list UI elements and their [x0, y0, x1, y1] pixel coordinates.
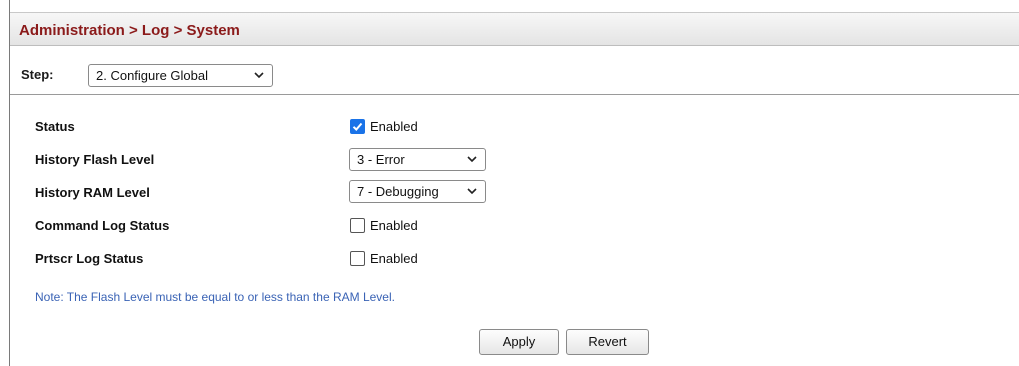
prtscr-log-status-checkbox[interactable]: [350, 251, 365, 266]
panel-frame: Administration > Log > System Step: 2. C…: [9, 0, 1019, 366]
history-flash-level-select[interactable]: 3 - Error: [349, 148, 486, 171]
step-select[interactable]: 2. Configure Global: [88, 64, 273, 87]
command-log-status-checkbox[interactable]: [350, 218, 365, 233]
chevron-down-icon: [467, 188, 477, 195]
chevron-down-icon: [254, 72, 264, 79]
history-ram-level-select[interactable]: 7 - Debugging: [349, 180, 486, 203]
history-flash-level-value: 3 - Error: [357, 152, 405, 167]
status-label: Status: [35, 119, 75, 134]
chevron-down-icon: [467, 156, 477, 163]
title-bar: Administration > Log > System: [10, 12, 1019, 46]
history-flash-level-label: History Flash Level: [35, 152, 155, 167]
level-note: Note: The Flash Level must be equal to o…: [35, 290, 395, 304]
history-ram-level-label: History RAM Level: [35, 185, 150, 200]
page-title: Administration > Log > System: [19, 22, 240, 39]
step-bar: Step: 2. Configure Global: [10, 55, 1019, 95]
step-select-value: 2. Configure Global: [96, 68, 209, 83]
apply-button[interactable]: Apply: [479, 329, 559, 355]
history-ram-level-value: 7 - Debugging: [357, 184, 439, 199]
step-label: Step:: [21, 67, 54, 82]
status-checkbox[interactable]: [350, 119, 365, 134]
command-log-status-label: Command Log Status: [35, 218, 170, 233]
prtscr-log-status-checkbox-label: Enabled: [370, 251, 418, 266]
status-checkbox-label: Enabled: [370, 119, 418, 134]
prtscr-log-status-label: Prtscr Log Status: [35, 251, 144, 266]
revert-button[interactable]: Revert: [566, 329, 649, 355]
checkmark-icon: [352, 122, 363, 131]
command-log-status-checkbox-label: Enabled: [370, 218, 418, 233]
